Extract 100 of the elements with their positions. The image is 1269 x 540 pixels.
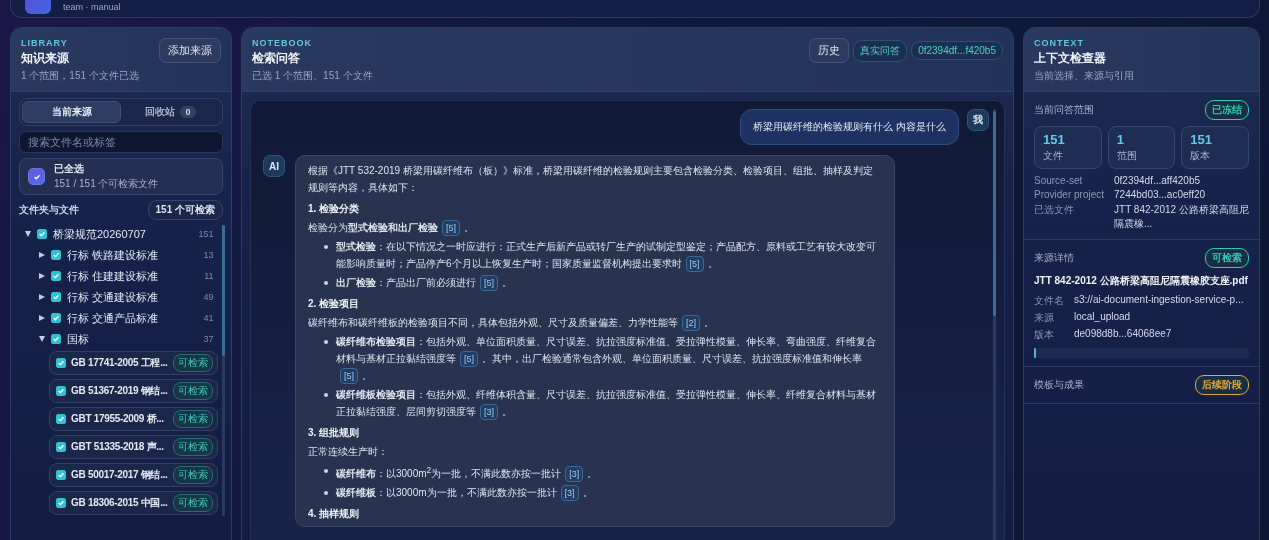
stat-label: 版本 bbox=[1190, 149, 1212, 163]
folder-name[interactable]: 国标 bbox=[67, 331, 198, 347]
check-icon bbox=[57, 443, 65, 451]
user-message: 桥梁用碳纤维的检验规则有什么 内容是什么 bbox=[740, 109, 959, 145]
file-item[interactable]: GBT 51335-2018 声... 可检索 bbox=[49, 435, 218, 459]
stat-label: 文件 bbox=[1043, 149, 1064, 163]
status-tag: 可检索 bbox=[172, 438, 213, 456]
citation-chip[interactable]: [5] bbox=[685, 256, 704, 272]
field-value: de098d8b...64068ee7 bbox=[1074, 328, 1173, 341]
file-count: 49 bbox=[203, 292, 214, 302]
checkbox[interactable] bbox=[51, 334, 61, 344]
citation-chip[interactable]: [5] bbox=[480, 275, 498, 291]
file-item[interactable]: GB 17741-2005 工程... 可检索 bbox=[49, 351, 218, 375]
citation-chip[interactable]: [5] bbox=[460, 351, 478, 367]
caret-icon[interactable] bbox=[39, 294, 45, 300]
status-tag: 可检索 bbox=[172, 354, 213, 372]
citation-chip[interactable]: [3] bbox=[560, 485, 579, 502]
answer-paragraph: 正常连续生产时： bbox=[308, 445, 389, 459]
bullet-icon bbox=[324, 491, 328, 496]
status-tag: 可检索 bbox=[172, 410, 213, 428]
bullet-icon bbox=[324, 469, 328, 473]
file-item[interactable]: GB 51367-2019 钢结... 可检索 bbox=[49, 379, 218, 403]
file-item[interactable]: GB 50017-2017 钢结... 可检索 bbox=[49, 463, 218, 487]
answer-heading: 2. 检验项目 bbox=[308, 297, 361, 311]
checkbox[interactable] bbox=[51, 271, 61, 281]
tab[interactable]: 当前来源 bbox=[22, 101, 121, 123]
check-icon bbox=[52, 314, 60, 322]
citation-chip[interactable]: [3] bbox=[565, 466, 584, 483]
folder-name[interactable]: 行标 铁路建设标准 bbox=[67, 247, 198, 263]
checkbox[interactable] bbox=[51, 313, 61, 323]
bullet-icon bbox=[324, 281, 328, 285]
folder-name[interactable]: 行标 交通建设标准 bbox=[67, 289, 198, 305]
checkbox[interactable] bbox=[37, 229, 47, 239]
check-icon bbox=[32, 172, 41, 181]
answer-paragraph: 碳纤维板：以3000m为一批，不满此数亦按一批计 [3] 。 bbox=[336, 484, 593, 502]
section-heading: 模板与成果 bbox=[1034, 378, 1084, 392]
citation-chip[interactable]: [3] bbox=[480, 404, 498, 420]
workspace-label: team · manual bbox=[63, 2, 121, 12]
caret-icon[interactable] bbox=[39, 315, 45, 321]
caret-icon[interactable] bbox=[39, 252, 45, 258]
folder-name[interactable]: 桥梁规范20260707 bbox=[53, 226, 193, 242]
app-logo bbox=[25, 0, 51, 14]
section-heading: 当前问答范围 bbox=[1034, 103, 1094, 117]
file-name: GBT 51335-2018 声... bbox=[71, 440, 165, 454]
file-item[interactable]: GBT 17955-2009 桥... 可检索 bbox=[49, 407, 218, 431]
section-eyebrow: NOTEBOOK bbox=[252, 38, 313, 48]
stat-value: 151 bbox=[1190, 132, 1214, 147]
checkbox[interactable] bbox=[56, 470, 66, 480]
stat-value: 151 bbox=[1043, 132, 1066, 147]
panel-subtitle: 已选 1 个范围、151 个文件 bbox=[252, 69, 373, 83]
checkbox[interactable] bbox=[56, 358, 66, 368]
file-item[interactable]: GB 18306-2015 中国... 可检索 bbox=[49, 491, 218, 515]
field-label: 来源 bbox=[1034, 311, 1055, 325]
checkbox[interactable] bbox=[51, 250, 61, 260]
checkbox[interactable] bbox=[56, 386, 66, 396]
answer-heading: 3. 组批规则 bbox=[308, 426, 361, 440]
answer-paragraph: 出厂检验：产品出厂前必须进行 [5] 。 bbox=[336, 274, 512, 291]
checkbox[interactable] bbox=[28, 168, 45, 185]
tree-heading: 文件夹与文件 bbox=[19, 203, 79, 217]
file-count: 13 bbox=[203, 250, 214, 260]
check-icon bbox=[38, 230, 46, 238]
caret-icon[interactable] bbox=[39, 273, 45, 279]
folder-name[interactable]: 行标 交通产品标准 bbox=[67, 310, 198, 326]
caret-icon[interactable] bbox=[39, 336, 45, 342]
answer-paragraph: 碳纤维布检验项目：包括外观、单位面积质量、尺寸误差、抗拉强度标准值、受拉弹性模量、伸长率、弯曲强度、纤维复合材料与基材正拉黏结强度等 [5] 。其中，出厂检验通常包含外观、单位面积质量、尺寸误差、抗拉强度标准值和伸长率 [5] 。 bbox=[336, 333, 882, 384]
section-heading: 来源详情 bbox=[1034, 251, 1074, 265]
checkbox[interactable] bbox=[56, 414, 66, 424]
file-name: GB 50017-2017 钢结... bbox=[71, 468, 168, 482]
file-title: JTT 842-2012 公路桥梁高阻尼隔震橡胶支座.pdf bbox=[1034, 274, 1249, 288]
citation-chip[interactable]: [2] bbox=[682, 315, 700, 331]
info-tag: 真实问答 bbox=[853, 39, 908, 62]
citation-chip[interactable]: [5] bbox=[442, 220, 460, 236]
file-count: 37 bbox=[203, 334, 214, 344]
folder-name[interactable]: 行标 住建建设标准 bbox=[67, 268, 199, 284]
select-all-subtitle: 151 / 151 个可检索文件 bbox=[54, 177, 159, 191]
add-source-button[interactable]: 添加来源 bbox=[159, 38, 221, 63]
citation-chip[interactable]: [5] bbox=[340, 368, 358, 384]
bullet-icon bbox=[324, 340, 328, 344]
field-label: 已选文件 bbox=[1034, 203, 1075, 217]
field-value: s3://ai-document-ingestion-service-p... bbox=[1074, 294, 1245, 307]
checkbox[interactable] bbox=[56, 498, 66, 508]
answer-paragraph: 碳纤维布：以3000m$^{2}$为一批，不满此数亦按一批计 [3] 。 bbox=[336, 462, 598, 483]
status-tag: 可检索 bbox=[172, 494, 213, 512]
tab[interactable]: 回收站 0 bbox=[121, 101, 220, 123]
search-field[interactable]: 搜索文件名或标签 bbox=[19, 131, 223, 153]
checkbox[interactable] bbox=[56, 442, 66, 452]
file-name: GBT 17955-2009 桥... bbox=[71, 412, 165, 426]
answer-paragraph: 根据《JTT 532-2019 桥梁用碳纤维布（板）》标准，桥梁用碳纤维的检验规则主要包含检验分类、检验项目、组批、抽样及判定规则等内容，具体如下： bbox=[308, 164, 874, 195]
check-icon bbox=[52, 335, 60, 343]
check-icon bbox=[52, 272, 60, 280]
caret-icon[interactable] bbox=[25, 231, 31, 237]
info-tag: 0f2394df...f420b5 bbox=[911, 41, 1003, 60]
status-tag: 后续阶段 bbox=[1195, 375, 1249, 395]
field-label: 文件名 bbox=[1034, 294, 1064, 308]
file-name: GB 51367-2019 钢结... bbox=[71, 384, 168, 398]
history-button[interactable]: 历史 bbox=[809, 38, 850, 63]
checkbox[interactable] bbox=[51, 292, 61, 302]
select-all-card[interactable]: 已全选 151 / 151 个可检索文件 bbox=[19, 158, 223, 195]
file-count: 11 bbox=[204, 271, 214, 281]
status-tag: 可检索 bbox=[172, 382, 213, 400]
